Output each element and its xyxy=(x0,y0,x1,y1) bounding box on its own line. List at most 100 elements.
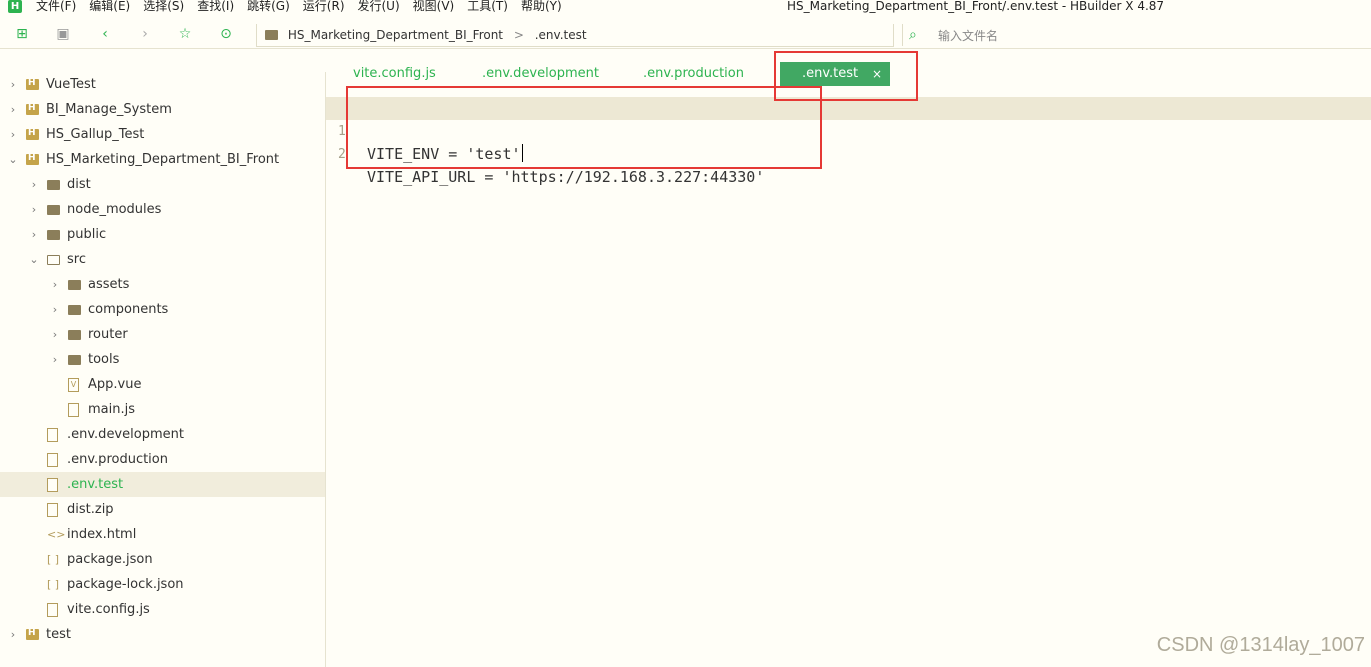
tree-item-label: dist xyxy=(67,177,91,192)
chevron-right-icon[interactable]: › xyxy=(29,197,39,222)
menu-tools[interactable]: 工具(T) xyxy=(467,0,508,13)
menu-file[interactable]: 文件(F) xyxy=(36,0,76,13)
tree-item[interactable]: .env.production xyxy=(0,447,325,472)
menu-select[interactable]: 选择(S) xyxy=(143,0,184,13)
menu-help[interactable]: 帮助(Y) xyxy=(521,0,562,13)
tree-item[interactable]: main.js xyxy=(0,397,325,422)
tree-item[interactable]: › VueTest xyxy=(0,72,325,97)
menu-bar: H 文件(F) 编辑(E) 选择(S) 查找(I) 跳转(G) 运行(R) 发行… xyxy=(0,0,1371,14)
tree-item-label: HS_Marketing_Department_BI_Front xyxy=(46,152,280,167)
menu-view[interactable]: 视图(V) xyxy=(413,0,455,13)
file-icon xyxy=(47,478,58,492)
tree-item-label: .env.development xyxy=(67,427,184,442)
file-search-input[interactable] xyxy=(936,26,1240,46)
breadcrumb-separator: > xyxy=(513,28,524,42)
tree-item[interactable]: .env.test xyxy=(0,472,325,497)
chevron-right-icon[interactable]: › xyxy=(29,222,39,247)
tree-item-label: BI_Manage_System xyxy=(46,102,172,117)
breadcrumb-file[interactable]: .env.test xyxy=(535,28,587,42)
folder-icon xyxy=(68,280,81,290)
new-file-icon[interactable]: ⊞ xyxy=(14,26,30,42)
chevron-right-icon[interactable]: › xyxy=(50,322,60,347)
project-icon xyxy=(26,103,39,115)
tree-item[interactable]: › BI_Manage_System xyxy=(0,97,325,122)
forward-icon[interactable]: › xyxy=(137,26,153,42)
project-icon xyxy=(26,78,39,90)
tree-item[interactable]: [ ] package-lock.json xyxy=(0,572,325,597)
file-icon xyxy=(47,428,58,442)
tree-item-label: VueTest xyxy=(46,77,96,92)
code-editor[interactable]: 1 VITE_ENV = 'test' 2 VITE_API_URL = 'ht… xyxy=(326,96,1371,667)
file-search: ⌕ xyxy=(902,24,1371,46)
code-text: VITE_API_URL = 'https://192.168.3.227:44… xyxy=(367,168,765,186)
menu-publish[interactable]: 发行(U) xyxy=(358,0,400,13)
breadcrumb: HS_Marketing_Department_BI_Front > .env.… xyxy=(256,24,894,47)
chevron-right-icon[interactable]: › xyxy=(50,272,60,297)
menu-list: 文件(F) 编辑(E) 选择(S) 查找(I) 跳转(G) 运行(R) 发行(U… xyxy=(36,0,575,13)
chevron-right-icon[interactable]: › xyxy=(8,72,18,97)
tree-item[interactable]: vite.config.js xyxy=(0,597,325,622)
tree-item-label: index.html xyxy=(67,527,137,542)
tree-item-label: node_modules xyxy=(67,202,162,217)
folder-icon xyxy=(47,180,60,190)
tree-item[interactable]: › test xyxy=(0,622,325,647)
vue-file-icon: V xyxy=(68,378,79,392)
project-icon xyxy=(26,153,39,165)
star-icon[interactable]: ☆ xyxy=(177,26,193,42)
tree-item-label: .env.production xyxy=(67,452,168,467)
chevron-down-icon[interactable]: ⌄ xyxy=(8,147,18,172)
tree-item[interactable]: [ ] package.json xyxy=(0,547,325,572)
folder-icon xyxy=(68,330,81,340)
tree-item[interactable]: .env.development xyxy=(0,422,325,447)
tree-item[interactable]: › router xyxy=(0,322,325,347)
tree-item-label: components xyxy=(88,302,169,317)
tab-env-development[interactable]: .env.development xyxy=(482,62,599,86)
tree-item[interactable]: ⌄ HS_Marketing_Department_BI_Front xyxy=(0,147,325,172)
run-icon[interactable]: ⊙ xyxy=(218,26,234,42)
folder-icon xyxy=(68,355,81,365)
back-icon[interactable]: ‹ xyxy=(97,26,113,42)
chevron-right-icon[interactable]: › xyxy=(50,297,60,322)
folder-icon xyxy=(265,30,278,40)
tree-item-label: package.json xyxy=(67,552,153,567)
tree-item[interactable]: <> index.html xyxy=(0,522,325,547)
chevron-right-icon[interactable]: › xyxy=(8,97,18,122)
folder-icon xyxy=(47,205,60,215)
project-icon xyxy=(26,628,39,640)
save-icon[interactable]: ▣ xyxy=(55,26,71,42)
breadcrumb-project[interactable]: HS_Marketing_Department_BI_Front xyxy=(288,28,503,42)
js-file-icon xyxy=(68,403,79,417)
folder-icon xyxy=(47,230,60,240)
menu-edit[interactable]: 编辑(E) xyxy=(89,0,130,13)
tree-item[interactable]: › HS_Gallup_Test xyxy=(0,122,325,147)
tree-item[interactable]: › dist xyxy=(0,172,325,197)
html-file-icon: <> xyxy=(47,528,66,541)
chevron-right-icon[interactable]: › xyxy=(8,122,18,147)
tab-env-production[interactable]: .env.production xyxy=(643,62,744,86)
tree-item[interactable]: › tools xyxy=(0,347,325,372)
folder-open-icon xyxy=(47,255,60,265)
tree-item[interactable]: V App.vue xyxy=(0,372,325,397)
tree-item[interactable]: › components xyxy=(0,297,325,322)
chevron-right-icon[interactable]: › xyxy=(8,622,18,647)
chevron-down-icon[interactable]: ⌄ xyxy=(29,247,39,272)
tree-item-label: public xyxy=(67,227,107,242)
chevron-right-icon[interactable]: › xyxy=(29,172,39,197)
tree-item-label: vite.config.js xyxy=(67,602,150,617)
tab-vite-config[interactable]: vite.config.js xyxy=(353,62,436,86)
tree-item[interactable]: dist.zip xyxy=(0,497,325,522)
js-file-icon xyxy=(47,603,58,617)
tree-item-label: main.js xyxy=(88,402,135,417)
tree-item[interactable]: › assets xyxy=(0,272,325,297)
menu-goto[interactable]: 跳转(G) xyxy=(247,0,290,13)
tree-item-label: .env.test xyxy=(67,477,124,492)
folder-icon xyxy=(68,305,81,315)
file-search-icon: ⌕ xyxy=(909,27,917,43)
chevron-right-icon[interactable]: › xyxy=(50,347,60,372)
menu-find[interactable]: 查找(I) xyxy=(197,0,234,13)
tree-item-label: HS_Gallup_Test xyxy=(46,127,145,142)
tree-item[interactable]: › node_modules xyxy=(0,197,325,222)
tree-item[interactable]: ⌄ src xyxy=(0,247,325,272)
menu-run[interactable]: 运行(R) xyxy=(303,0,345,13)
tree-item[interactable]: › public xyxy=(0,222,325,247)
